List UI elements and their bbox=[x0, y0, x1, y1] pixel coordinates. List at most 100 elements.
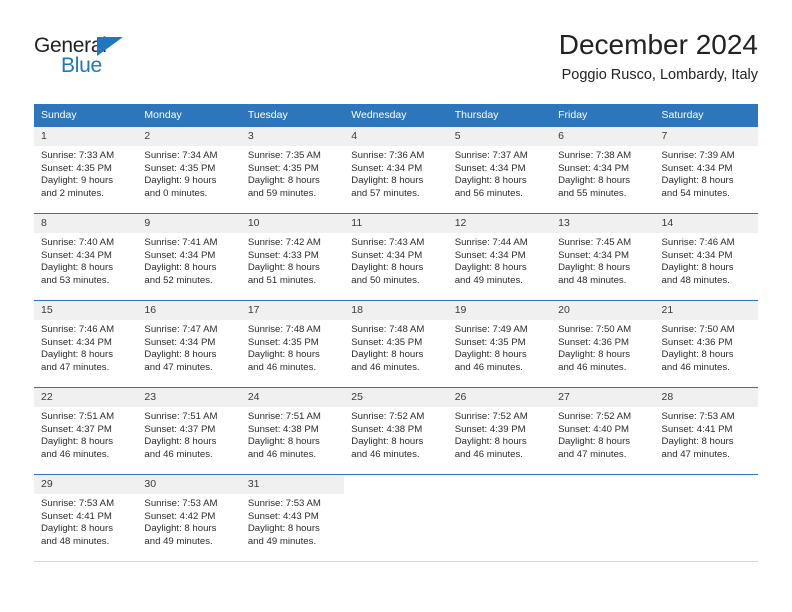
daylight-text-line2: and 48 minutes. bbox=[41, 535, 110, 547]
sunset-text: Sunset: 4:34 PM bbox=[661, 162, 733, 174]
day-number[interactable]: 2 bbox=[137, 127, 241, 146]
day-number[interactable]: 21 bbox=[654, 301, 758, 320]
daylight-text-line1: Daylight: 8 hours bbox=[247, 436, 320, 448]
sunrise-text: Sunrise: 7:53 AM bbox=[41, 498, 115, 509]
sunrise-text: Sunrise: 7:50 AM bbox=[661, 324, 735, 335]
week-row: 1 Sunrise: 7:33 AM Sunset: 4:35 PM Daylight… bbox=[34, 126, 758, 214]
day-number[interactable]: 25 bbox=[344, 388, 448, 407]
week-row: 8 Sunrise: 7:40 AM Sunset: 4:34 PM Daylight… bbox=[34, 213, 758, 301]
day-details: Sunrise: 7:41 AM Sunset: 4:34 PM Daylight:… bbox=[137, 233, 240, 287]
week-row: 15 Sunrise: 7:46 AM Sunset: 4:34 PM Dayligh… bbox=[34, 300, 758, 388]
day-number[interactable]: 27 bbox=[551, 388, 655, 407]
day-number[interactable]: 11 bbox=[344, 214, 448, 233]
day-number[interactable]: 15 bbox=[34, 301, 138, 320]
sunrise-text: Sunrise: 7:51 AM bbox=[144, 411, 218, 422]
week-row: 22 Sunrise: 7:51 AM Sunset: 4:37 PM Dayligh… bbox=[34, 387, 758, 475]
daylight-text-line1: Daylight: 8 hours bbox=[661, 175, 734, 187]
weekday-header-monday: Monday bbox=[137, 104, 241, 127]
title-block: December 2024 Poggio Rusco, Lombardy, It… bbox=[559, 28, 758, 86]
daylight-text-line1: Daylight: 8 hours bbox=[454, 175, 527, 187]
day-details: Sunrise: 7:52 AM Sunset: 4:40 PM Daylight:… bbox=[551, 407, 654, 461]
day-cell: 23 Sunrise: 7:51 AM Sunset: 4:37 PM Dayligh… bbox=[137, 387, 241, 475]
daylight-text-line2: and 46 minutes. bbox=[144, 448, 213, 460]
daylight-text-line1: Daylight: 8 hours bbox=[558, 262, 631, 274]
sunset-text: Sunset: 4:37 PM bbox=[41, 423, 112, 435]
day-number[interactable]: 18 bbox=[344, 301, 448, 320]
generalblue-logo[interactable]: General Blue bbox=[34, 34, 204, 86]
day-cell: 19 Sunrise: 7:49 AM Sunset: 4:35 PM Dayligh… bbox=[447, 300, 552, 388]
day-cell-empty bbox=[447, 474, 552, 562]
daylight-text-line1: Daylight: 8 hours bbox=[351, 349, 424, 361]
sunset-text: Sunset: 4:36 PM bbox=[661, 336, 733, 348]
day-number[interactable]: 6 bbox=[551, 127, 655, 146]
week-row: 29 Sunrise: 7:53 AM Sunset: 4:41 PM Dayligh… bbox=[34, 474, 758, 562]
daylight-text-line2: and 47 minutes. bbox=[661, 448, 730, 460]
day-number[interactable]: 29 bbox=[34, 475, 138, 494]
day-number[interactable]: 17 bbox=[240, 301, 345, 320]
sunset-text: Sunset: 4:35 PM bbox=[351, 336, 423, 348]
day-number[interactable]: 24 bbox=[240, 388, 345, 407]
sunrise-text: Sunrise: 7:33 AM bbox=[41, 150, 115, 161]
day-number[interactable]: 4 bbox=[344, 127, 448, 146]
sunset-text: Sunset: 4:34 PM bbox=[661, 249, 733, 261]
day-number[interactable]: 14 bbox=[654, 214, 758, 233]
day-cell-empty bbox=[344, 474, 448, 562]
day-cell: 17 Sunrise: 7:48 AM Sunset: 4:35 PM Dayligh… bbox=[240, 300, 345, 388]
daylight-text-line1: Daylight: 8 hours bbox=[351, 175, 424, 187]
day-details: Sunrise: 7:51 AM Sunset: 4:37 PM Daylight:… bbox=[137, 407, 240, 461]
day-number[interactable]: 22 bbox=[34, 388, 138, 407]
day-details: Sunrise: 7:51 AM Sunset: 4:37 PM Daylight:… bbox=[34, 407, 137, 461]
daylight-text-line1: Daylight: 8 hours bbox=[41, 523, 113, 535]
day-cell: 24 Sunrise: 7:51 AM Sunset: 4:38 PM Dayligh… bbox=[240, 387, 345, 475]
day-number[interactable]: 10 bbox=[240, 214, 345, 233]
daylight-text-line1: Daylight: 8 hours bbox=[144, 349, 217, 361]
daylight-text-line2: and 55 minutes. bbox=[558, 187, 627, 199]
day-number[interactable]: 5 bbox=[447, 127, 552, 146]
day-cell: 22 Sunrise: 7:51 AM Sunset: 4:37 PM Dayligh… bbox=[34, 387, 138, 475]
sunrise-text: Sunrise: 7:45 AM bbox=[558, 237, 632, 248]
day-number bbox=[655, 475, 758, 494]
day-details: Sunrise: 7:52 AM Sunset: 4:38 PM Daylight:… bbox=[344, 407, 447, 461]
daylight-text-line1: Daylight: 8 hours bbox=[351, 262, 424, 274]
sunset-text: Sunset: 4:34 PM bbox=[41, 336, 112, 348]
day-number bbox=[344, 475, 447, 494]
day-number[interactable]: 16 bbox=[137, 301, 241, 320]
day-number[interactable]: 31 bbox=[240, 475, 345, 494]
sunset-text: Sunset: 4:41 PM bbox=[661, 423, 733, 435]
day-details: Sunrise: 7:53 AM Sunset: 4:43 PM Daylight:… bbox=[241, 494, 344, 548]
day-number[interactable]: 19 bbox=[447, 301, 552, 320]
weekday-header-tuesday: Tuesday bbox=[240, 104, 345, 127]
day-cell: 13 Sunrise: 7:45 AM Sunset: 4:34 PM Dayligh… bbox=[551, 213, 655, 301]
daylight-text-line2: and 51 minutes. bbox=[247, 274, 317, 286]
sunrise-text: Sunrise: 7:46 AM bbox=[41, 324, 115, 335]
day-number[interactable]: 30 bbox=[137, 475, 241, 494]
day-number[interactable]: 28 bbox=[654, 388, 758, 407]
sunset-text: Sunset: 4:38 PM bbox=[247, 423, 319, 435]
day-cell: 18 Sunrise: 7:48 AM Sunset: 4:35 PM Dayligh… bbox=[344, 300, 448, 388]
sunset-text: Sunset: 4:37 PM bbox=[144, 423, 216, 435]
daylight-text-line1: Daylight: 8 hours bbox=[454, 349, 527, 361]
day-number[interactable]: 12 bbox=[447, 214, 552, 233]
sunset-text: Sunset: 4:34 PM bbox=[558, 162, 630, 174]
sunset-text: Sunset: 4:40 PM bbox=[558, 423, 630, 435]
day-number[interactable]: 20 bbox=[551, 301, 655, 320]
day-details: Sunrise: 7:37 AM Sunset: 4:34 PM Daylight:… bbox=[448, 146, 551, 200]
day-number[interactable]: 9 bbox=[137, 214, 241, 233]
day-number[interactable]: 7 bbox=[654, 127, 758, 146]
daylight-text-line1: Daylight: 8 hours bbox=[144, 523, 217, 535]
day-number[interactable]: 1 bbox=[34, 127, 138, 146]
sunset-text: Sunset: 4:34 PM bbox=[144, 249, 216, 261]
day-cell: 7 Sunrise: 7:39 AM Sunset: 4:34 PM Daylight… bbox=[654, 126, 758, 214]
day-number[interactable]: 3 bbox=[240, 127, 345, 146]
day-details: Sunrise: 7:43 AM Sunset: 4:34 PM Daylight:… bbox=[344, 233, 447, 287]
sunrise-text: Sunrise: 7:41 AM bbox=[144, 237, 218, 248]
day-details: Sunrise: 7:46 AM Sunset: 4:34 PM Daylight:… bbox=[34, 320, 137, 374]
day-cell: 30 Sunrise: 7:53 AM Sunset: 4:42 PM Dayligh… bbox=[137, 474, 241, 562]
day-number[interactable]: 13 bbox=[551, 214, 655, 233]
daylight-text-line2: and 46 minutes. bbox=[247, 448, 317, 460]
page-title: December 2024 bbox=[558, 29, 758, 60]
day-number[interactable]: 8 bbox=[34, 214, 138, 233]
sunrise-text: Sunrise: 7:49 AM bbox=[454, 324, 528, 335]
day-number[interactable]: 23 bbox=[137, 388, 241, 407]
day-number[interactable]: 26 bbox=[447, 388, 552, 407]
